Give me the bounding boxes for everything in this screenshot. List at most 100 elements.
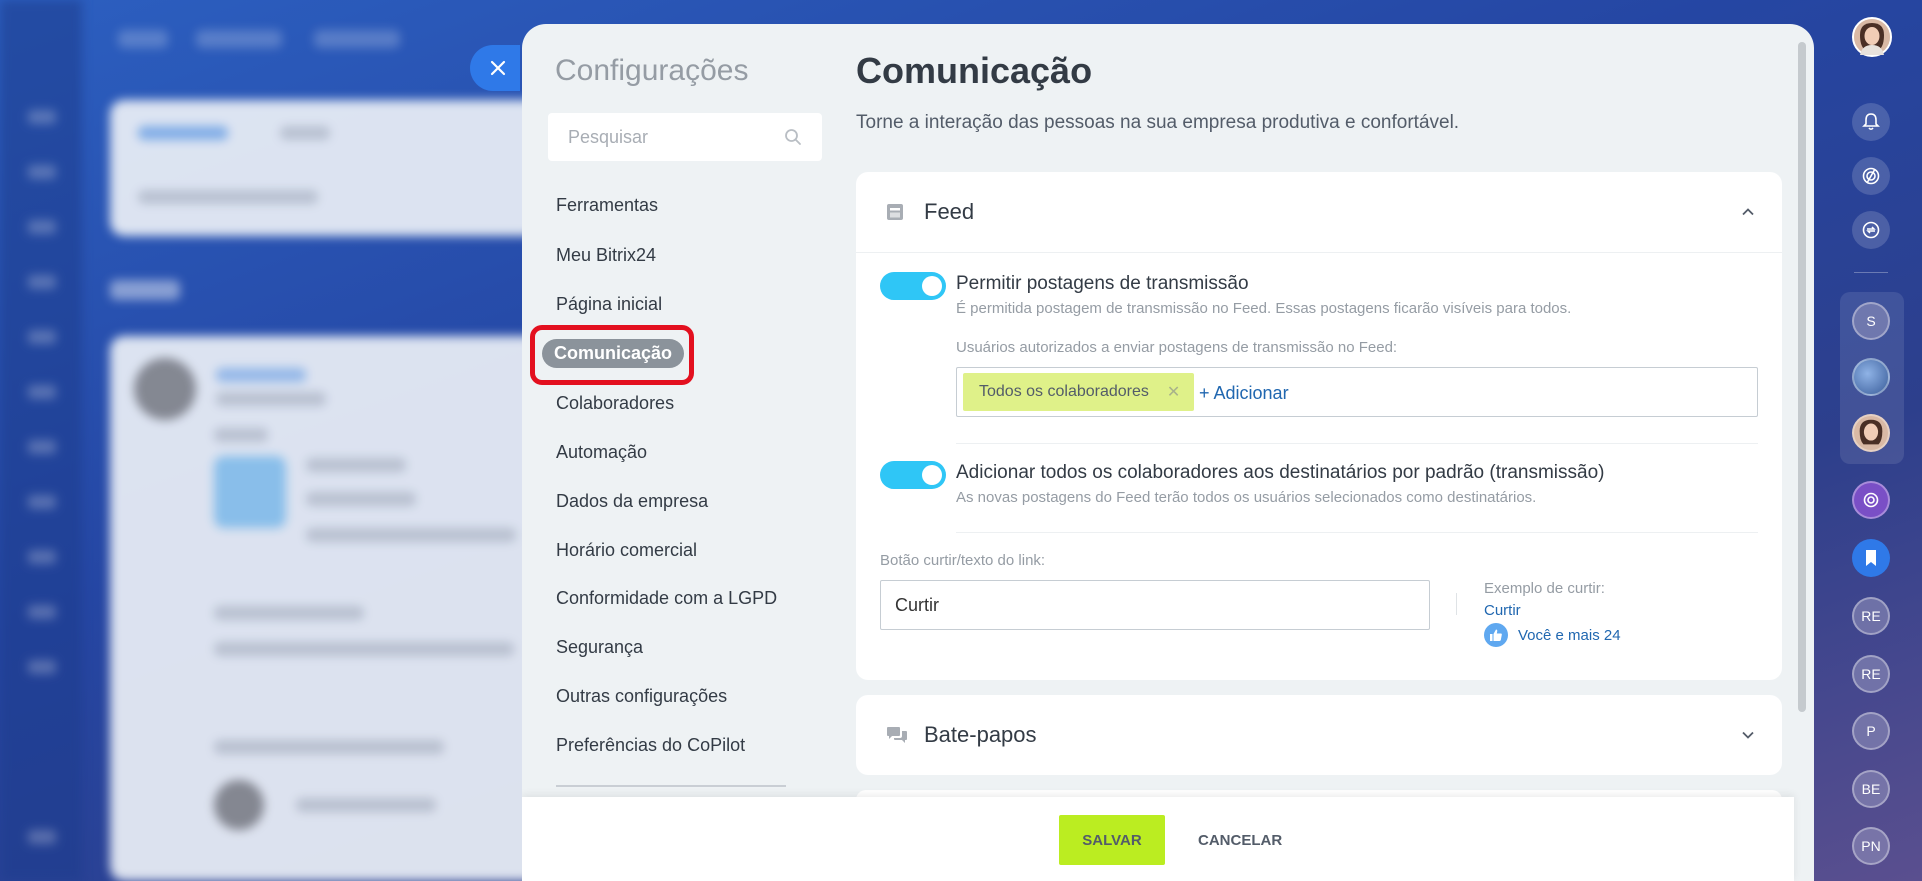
bg-rail-item xyxy=(28,330,56,344)
bg-line xyxy=(280,126,330,140)
vertical-divider xyxy=(1456,593,1457,615)
remove-tag-icon[interactable]: ✕ xyxy=(1167,382,1180,402)
feed-section-header[interactable]: Feed xyxy=(856,172,1782,252)
default-recipients-toggle[interactable] xyxy=(880,461,946,489)
menu-item-seguranca[interactable]: Segurança xyxy=(556,637,643,658)
bg-calendar-icon xyxy=(214,456,286,528)
bg-rail-item xyxy=(28,495,56,509)
close-button[interactable] xyxy=(470,45,520,91)
bg-line xyxy=(306,492,416,506)
default-recipients-description: As novas postagens do Feed terão todos o… xyxy=(956,489,1537,506)
menu-item-lgpd[interactable]: Conformidade com a LGPD xyxy=(556,588,777,609)
like-example-link[interactable]: Curtir xyxy=(1484,602,1521,619)
bg-rail-item xyxy=(28,275,56,289)
feed-section: Feed Permitir postagens de transmissão É… xyxy=(856,172,1782,680)
card-divider xyxy=(856,252,1782,253)
toggle-knob xyxy=(922,276,942,296)
feed-icon xyxy=(887,204,903,220)
menu-item-horario-comercial[interactable]: Horário comercial xyxy=(556,540,697,561)
chevron-up-icon[interactable] xyxy=(1740,204,1756,220)
user-avatar[interactable] xyxy=(1852,17,1892,57)
bg-rail-item xyxy=(28,830,56,844)
bg-rail-item xyxy=(28,110,56,124)
chevron-down-icon[interactable] xyxy=(1740,727,1756,743)
bg-line xyxy=(306,458,406,472)
bookmark-icon xyxy=(1866,550,1876,566)
save-button[interactable]: SALVAR xyxy=(1059,815,1165,865)
rail-bookmarks[interactable] xyxy=(1852,539,1890,577)
bg-line xyxy=(214,428,268,442)
bg-post-form xyxy=(110,100,540,236)
menu-item-dados-da-empresa[interactable]: Dados da empresa xyxy=(556,491,708,512)
chats-section: Bate-papos xyxy=(856,695,1782,775)
add-users-link[interactable]: + Adicionar xyxy=(1199,383,1289,404)
bg-line xyxy=(216,368,306,382)
settings-title: Configurações xyxy=(555,54,749,87)
right-app-rail: S RE RE P BE PN xyxy=(1814,0,1922,881)
notifications-button[interactable] xyxy=(1852,103,1890,141)
rail-avatar-p[interactable]: P xyxy=(1852,712,1890,750)
rail-avatar-re[interactable]: RE xyxy=(1852,597,1890,635)
toggle-knob xyxy=(922,465,942,485)
rail-avatar-s[interactable]: S xyxy=(1852,302,1890,340)
sidebar-divider xyxy=(556,785,786,787)
settings-slider: Configurações Ferramentas Meu Bitrix24 P… xyxy=(522,24,1814,881)
bg-line xyxy=(138,190,318,204)
rail-separator xyxy=(1854,272,1888,273)
bg-rail-item xyxy=(28,165,56,179)
cancel-button[interactable]: CANCELAR xyxy=(1182,815,1298,865)
page-subtitle: Torne a interação das pessoas na sua emp… xyxy=(856,112,1460,133)
bg-rail-item xyxy=(28,220,56,234)
option-divider xyxy=(956,443,1758,444)
broadcast-toggle[interactable] xyxy=(880,272,946,300)
bg-avatar xyxy=(134,358,196,420)
chats-section-header[interactable]: Bate-papos xyxy=(856,695,1782,775)
copilot-icon xyxy=(1863,492,1879,508)
bg-heading xyxy=(110,280,180,300)
page-title: Comunicação xyxy=(856,50,1093,91)
search-icon[interactable] xyxy=(784,128,802,146)
menu-item-ferramentas[interactable]: Ferramentas xyxy=(556,195,658,216)
bg-line xyxy=(214,642,514,656)
like-text-input[interactable] xyxy=(880,580,1430,630)
scrollbar[interactable] xyxy=(1798,42,1806,732)
bg-line xyxy=(216,392,326,406)
rail-avatar-user[interactable] xyxy=(1852,414,1890,452)
bg-line xyxy=(138,126,228,140)
bg-menu-item xyxy=(314,30,400,48)
copilot-button[interactable] xyxy=(1852,157,1890,195)
search-input[interactable] xyxy=(568,126,778,148)
bg-rail-item xyxy=(28,385,56,399)
authorized-users-selector[interactable]: Todos os colaboradores ✕ + Adicionar xyxy=(956,367,1758,417)
user-photo-icon xyxy=(1859,419,1883,445)
rail-avatar-be[interactable]: BE xyxy=(1852,770,1890,808)
user-photo-icon xyxy=(1854,19,1890,55)
menu-item-outras-configuracoes[interactable]: Outras configurações xyxy=(556,686,727,707)
bg-line xyxy=(214,740,444,754)
rail-copilot-chat[interactable] xyxy=(1852,481,1890,519)
menu-item-colaboradores[interactable]: Colaboradores xyxy=(556,393,674,414)
like-example-count[interactable]: Você e mais 24 xyxy=(1484,623,1621,647)
close-icon xyxy=(490,60,506,76)
thumbs-up-icon xyxy=(1484,623,1508,647)
menu-item-automacao[interactable]: Automação xyxy=(556,442,647,463)
rail-avatar-photo[interactable] xyxy=(1852,358,1890,396)
bg-avatar xyxy=(214,780,264,830)
bg-rail-item xyxy=(28,605,56,619)
menu-item-meu-bitrix24[interactable]: Meu Bitrix24 xyxy=(556,245,656,266)
scrollbar-thumb[interactable] xyxy=(1798,42,1806,712)
rail-avatar-re[interactable]: RE xyxy=(1852,655,1890,693)
copilot-icon xyxy=(1862,167,1880,185)
bg-rail-item xyxy=(28,550,56,564)
like-field-label: Botão curtir/texto do link: xyxy=(880,552,1046,569)
rail-avatar-pn[interactable]: PN xyxy=(1852,827,1890,865)
bg-rail-item xyxy=(28,660,56,674)
bg-left-rail xyxy=(0,0,82,881)
sync-button[interactable] xyxy=(1852,211,1890,249)
bg-logo xyxy=(118,30,168,48)
menu-item-copilot[interactable]: Preferências do CoPilot xyxy=(556,735,745,756)
settings-search xyxy=(548,113,822,161)
bg-line xyxy=(214,606,364,620)
menu-item-pagina-inicial[interactable]: Página inicial xyxy=(556,294,662,315)
broadcast-label: Permitir postagens de transmissão xyxy=(956,273,1249,294)
